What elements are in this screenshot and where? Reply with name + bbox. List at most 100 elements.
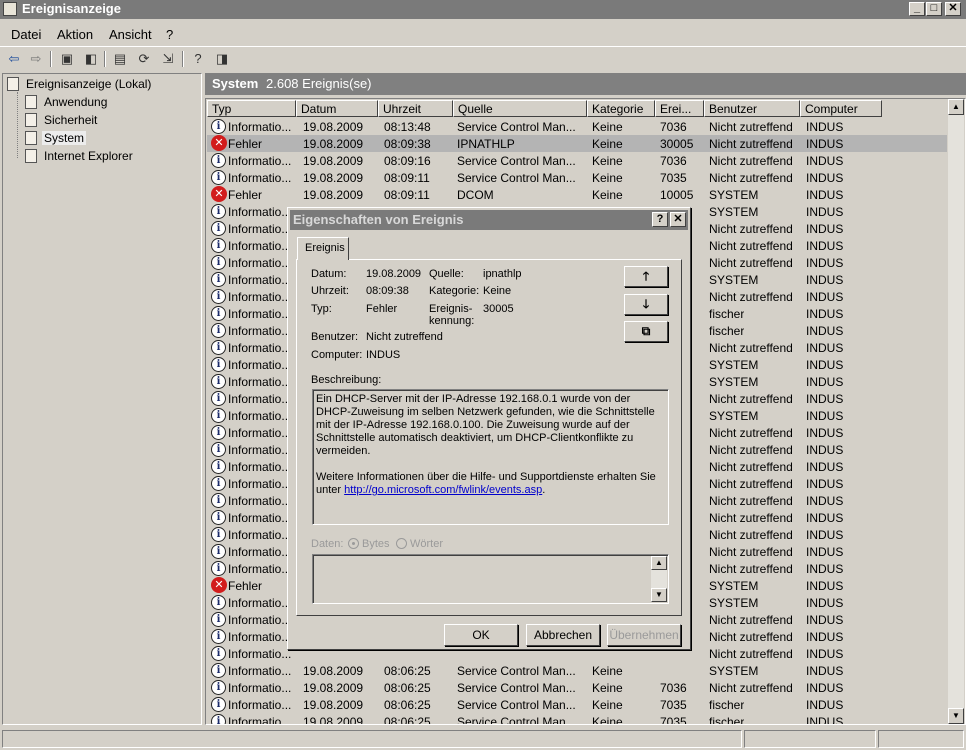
cell-benutzer: Nicht zutreffend	[709, 511, 793, 525]
cell-computer: INDUS	[806, 239, 844, 253]
column-header-typ[interactable]: Typ	[207, 100, 296, 117]
information-icon: i	[211, 272, 226, 287]
copy-to-clipboard-button[interactable]: ⧉	[624, 321, 668, 342]
information-icon: i	[211, 629, 226, 644]
scroll-down-button[interactable]: ▼	[948, 708, 964, 724]
refresh-icon[interactable]: ⟳	[135, 50, 153, 68]
help-link[interactable]: http://go.microsoft.com/fwlink/events.as…	[344, 484, 542, 496]
cell-benutzer: fischer	[709, 307, 745, 321]
dialog-close-button[interactable]: ✕	[670, 212, 686, 227]
column-header-kategorie[interactable]: Kategorie	[587, 100, 655, 117]
cell-kategorie: Keine	[592, 120, 623, 134]
cell-computer: INDUS	[806, 358, 844, 372]
information-icon: i	[211, 323, 226, 338]
information-icon: i	[211, 595, 226, 610]
data-text-area[interactable]: ▲ ▼	[312, 554, 669, 604]
cell-computer: INDUS	[806, 647, 844, 661]
show-hide-action-pane-icon[interactable]: ◨	[213, 50, 231, 68]
list-vertical-scrollbar[interactable]: ▲ ▼	[948, 99, 964, 724]
apply-button[interactable]: Übernehmen	[607, 624, 681, 646]
dialog-help-button[interactable]: ?	[652, 212, 668, 227]
error-icon: ✕	[211, 186, 227, 202]
cell-computer: INDUS	[806, 205, 844, 219]
column-header-benutzer[interactable]: Benutzer	[704, 100, 800, 117]
previous-event-button[interactable]: 🡑	[624, 266, 668, 287]
column-header-quelle[interactable]: Quelle	[453, 100, 587, 117]
next-event-button[interactable]: 🡓	[624, 294, 668, 315]
export-list-icon[interactable]: ⇲	[159, 50, 177, 68]
cell-computer: INDUS	[806, 443, 844, 457]
column-header-datum[interactable]: Datum	[296, 100, 378, 117]
tree-item-internet-explorer[interactable]: Internet Explorer	[25, 149, 135, 163]
cell-computer: INDUS	[806, 664, 844, 678]
event-properties-dialog: Eigenschaften von Ereignis ? ✕ Ereignis …	[287, 207, 691, 650]
description-text[interactable]: Ein DHCP-Server mit der IP-Adresse 192.1…	[312, 389, 669, 525]
label-uhrzeit: Uhrzeit:	[311, 285, 349, 297]
scroll-up-button[interactable]: ▲	[948, 99, 964, 115]
cell-datum: 19.08.2009	[303, 664, 364, 678]
menu-aktion[interactable]: Aktion	[57, 27, 93, 42]
cancel-button[interactable]: Abbrechen	[526, 624, 600, 646]
forward-arrow-icon[interactable]: ⇨	[27, 50, 45, 68]
table-row[interactable]: i Informatio... 19.08.2009 08:09:16 Service …	[207, 152, 947, 169]
close-button[interactable]: ✕	[945, 2, 961, 16]
label-computer: Computer:	[311, 349, 363, 361]
cell-quelle: Service Control Man...	[457, 664, 576, 678]
tree-item-system[interactable]: System	[25, 131, 87, 145]
cell-ereignis: 7035	[660, 698, 687, 712]
table-row[interactable]: i Informatio... 19.08.2009 08:06:25 Service …	[207, 696, 947, 713]
cell-benutzer: Nicht zutreffend	[709, 154, 793, 168]
table-row[interactable]: i Informatio... 19.08.2009 08:09:11 Service …	[207, 169, 947, 186]
table-row[interactable]: i Informatio... 19.08.2009 08:13:48 Service …	[207, 118, 947, 135]
tab-ereignis[interactable]: Ereignis	[297, 237, 349, 260]
help-icon[interactable]: ?	[189, 50, 207, 68]
label-ereignis-2: kennung:	[429, 315, 475, 327]
cell-typ: Informatio...	[228, 307, 292, 321]
menu-ansicht[interactable]: Ansicht	[109, 27, 152, 42]
menu-help[interactable]: ?	[166, 27, 173, 42]
radio-circle	[396, 538, 407, 549]
column-header-computer[interactable]: Computer	[800, 100, 882, 117]
minimize-button[interactable]: _	[909, 2, 925, 16]
cell-computer: INDUS	[806, 256, 844, 270]
toolbar-separator	[104, 51, 106, 67]
menu-datei[interactable]: Datei	[11, 27, 41, 42]
cell-typ: Informatio...	[228, 205, 292, 219]
table-row[interactable]: ✕ Fehler 19.08.2009 08:09:11 DCOM Keine 10005 S…	[207, 186, 947, 203]
value-quelle: ipnathlp	[483, 268, 522, 280]
radio-bytes[interactable]: Bytes	[348, 538, 390, 550]
value-uhrzeit: 08:09:38	[366, 285, 409, 297]
cell-datum: 19.08.2009	[303, 154, 364, 168]
ok-button[interactable]: OK	[444, 624, 518, 646]
table-row[interactable]: i Informatio... 19.08.2009 08:06:25 Service …	[207, 679, 947, 696]
tree-root[interactable]: Ereignisanzeige (Lokal)	[7, 77, 153, 91]
back-arrow-icon[interactable]: ⇦	[5, 50, 23, 68]
cell-benutzer: Nicht zutreffend	[709, 681, 793, 695]
cell-benutzer: Nicht zutreffend	[709, 477, 793, 491]
properties-icon[interactable]: ▤	[111, 50, 129, 68]
data-scroll-up[interactable]: ▲	[651, 556, 667, 570]
information-icon: i	[211, 306, 226, 321]
data-scrollbar[interactable]: ▲ ▼	[651, 556, 667, 602]
tree-item-anwendung[interactable]: Anwendung	[25, 95, 109, 109]
cell-quelle: IPNATHLP	[457, 137, 515, 151]
table-row[interactable]: i Informatio... 19.08.2009 08:06:25 Service …	[207, 662, 947, 679]
status-segment	[744, 730, 876, 748]
information-icon: i	[211, 442, 226, 457]
maximize-button[interactable]: □	[926, 2, 942, 16]
cell-computer: INDUS	[806, 494, 844, 508]
cell-computer: INDUS	[806, 596, 844, 610]
cell-benutzer: SYSTEM	[709, 596, 759, 610]
radio-woerter[interactable]: Wörter	[396, 538, 443, 550]
tree-item-sicherheit[interactable]: Sicherheit	[25, 113, 99, 127]
column-header-uhrzeit[interactable]: Uhrzeit	[378, 100, 453, 117]
table-row[interactable]: i Informatio... 19.08.2009 08:06:25 Service …	[207, 713, 947, 724]
column-header-ereignis[interactable]: Erei...	[655, 100, 704, 117]
data-scroll-down[interactable]: ▼	[651, 588, 667, 602]
cell-computer: INDUS	[806, 409, 844, 423]
table-row[interactable]: ✕ Fehler 19.08.2009 08:09:38 IPNATHLP Keine 30…	[207, 135, 947, 152]
show-hide-tree-icon[interactable]: ◧	[82, 50, 100, 68]
up-folder-icon[interactable]: ▣	[58, 50, 76, 68]
cell-typ: Informatio...	[228, 545, 292, 559]
event-tab-panel: Datum: 19.08.2009 Quelle: ipnathlp Uhrze…	[296, 259, 682, 616]
